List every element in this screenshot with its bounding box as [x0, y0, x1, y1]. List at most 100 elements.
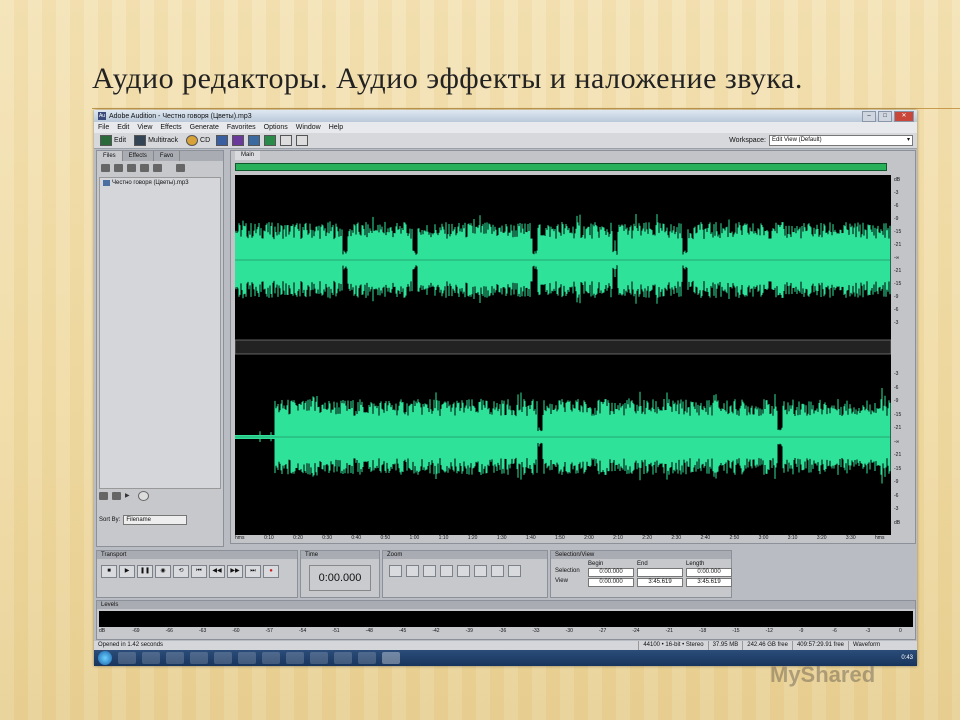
db-tick-label: -3: [894, 190, 899, 196]
selection-begin-field[interactable]: 0:00.000: [588, 568, 634, 577]
play-button[interactable]: ▶: [119, 565, 135, 578]
maximize-button[interactable]: □: [878, 111, 892, 122]
stop-button[interactable]: ■: [101, 565, 117, 578]
db-tick-label: -15: [894, 411, 902, 418]
record-button[interactable]: ●: [263, 565, 279, 578]
sort-label: Sort By:: [99, 517, 121, 523]
toolbar-icon-1[interactable]: [216, 135, 229, 146]
selection-length-field[interactable]: 0:00.000: [686, 568, 732, 577]
sort-select[interactable]: Filename: [123, 515, 188, 525]
timeline-tick-label: hms: [875, 535, 885, 541]
taskbar-acrobat-icon[interactable]: [334, 652, 352, 664]
time-display: 0:00.000: [309, 565, 371, 591]
toolbar-icon-4[interactable]: [264, 135, 277, 146]
taskbar-paint-icon[interactable]: [358, 652, 376, 664]
taskbar-powerpoint-icon[interactable]: [310, 652, 328, 664]
edit-icon: [100, 135, 112, 146]
menu-favorites[interactable]: Favorites: [227, 124, 256, 131]
play-arrow-icon[interactable]: ▶: [125, 492, 134, 500]
tab-files[interactable]: Files: [97, 151, 123, 161]
levels-panel: Levels dB -69 -66 -63 -60 -57 -54 -51 -48 -45 -42-…: [96, 600, 916, 640]
toolbar-icon-2[interactable]: [232, 135, 245, 146]
volume-knob-icon[interactable]: [138, 491, 149, 501]
taskbar-media-icon[interactable]: [142, 652, 160, 664]
taskbar-skype-icon[interactable]: [286, 652, 304, 664]
level-tick-label: -42: [432, 628, 440, 634]
overview-bar[interactable]: [235, 163, 887, 171]
cursor-tool-icon[interactable]: [280, 135, 293, 146]
toolbar-icon-3[interactable]: [248, 135, 261, 146]
workspace-select[interactable]: Edit View (Default): [769, 135, 913, 146]
taskbar-audition-icon[interactable]: [382, 652, 400, 664]
timeline-tick-label: 1:00: [409, 535, 420, 541]
zoom-in-horizontal-icon[interactable]: [389, 565, 402, 577]
tab-levels[interactable]: Levels: [97, 601, 915, 609]
close-file-icon[interactable]: [114, 164, 123, 172]
loop-button[interactable]: ⟲: [173, 565, 189, 578]
autoplay-icon[interactable]: [176, 164, 185, 172]
db-tick-label: -9: [894, 398, 899, 404]
menu-help[interactable]: Help: [329, 124, 343, 131]
selection-end-field[interactable]: [637, 568, 683, 577]
clock[interactable]: 0:43: [901, 655, 913, 661]
tab-effects[interactable]: Effects: [123, 151, 154, 161]
zoom-in-vertical-icon[interactable]: [491, 565, 504, 577]
taskbar-filezilla-icon[interactable]: [238, 652, 256, 664]
timeline-tick-label: 2:50: [729, 535, 740, 541]
loop-icon[interactable]: [112, 492, 121, 500]
zoom-selection-icon[interactable]: [474, 565, 487, 577]
multitrack-view-button[interactable]: Multitrack: [132, 135, 180, 146]
view-end-field[interactable]: 3:45.619: [637, 578, 683, 587]
timeline-tick-label: 2:00: [584, 535, 594, 541]
view-length-field[interactable]: 3:45.619: [686, 578, 732, 587]
speaker-tool-icon[interactable]: [296, 135, 309, 146]
zoom-out-horizontal-icon[interactable]: [406, 565, 419, 577]
play-view-button[interactable]: ◉: [155, 565, 171, 578]
tab-favorites[interactable]: Favo: [154, 151, 181, 161]
tab-transport[interactable]: Transport: [97, 551, 297, 559]
play-file-icon[interactable]: [153, 164, 162, 172]
minimize-button[interactable]: –: [862, 111, 876, 122]
go-start-button[interactable]: ⏮: [191, 565, 207, 578]
waveform-display[interactable]: [235, 175, 891, 535]
taskbar-app-icon-1[interactable]: [166, 652, 184, 664]
show-options-icon[interactable]: [99, 492, 108, 500]
tab-main[interactable]: Main: [235, 151, 261, 160]
list-item[interactable]: Честно говоря (Цветы).mp3: [100, 178, 220, 188]
insert-icon[interactable]: [127, 164, 136, 172]
menu-view[interactable]: View: [137, 124, 152, 131]
go-end-button[interactable]: ⏭: [245, 565, 261, 578]
zoom-full-icon[interactable]: [423, 565, 436, 577]
db-tick-label: -3: [894, 506, 899, 512]
start-button[interactable]: [98, 651, 112, 665]
open-file-icon[interactable]: [101, 164, 110, 172]
taskbar-app-icon-2[interactable]: [214, 652, 232, 664]
edit-file-icon[interactable]: [140, 164, 149, 172]
close-button[interactable]: ✕: [894, 111, 914, 122]
menu-effects[interactable]: Effects: [160, 124, 181, 131]
timeline-tick-label: 1:40: [525, 535, 536, 541]
menu-edit[interactable]: Edit: [117, 124, 129, 131]
tab-time[interactable]: Time: [301, 551, 379, 559]
menu-generate[interactable]: Generate: [190, 124, 219, 131]
rewind-button[interactable]: ◀◀: [209, 565, 225, 578]
zoom-left-icon[interactable]: [440, 565, 453, 577]
tab-zoom[interactable]: Zoom: [383, 551, 547, 559]
view-begin-field[interactable]: 0:00.000: [588, 578, 634, 587]
level-tick-label: -12: [765, 628, 773, 634]
taskbar-explorer-icon[interactable]: [118, 652, 136, 664]
zoom-right-icon[interactable]: [457, 565, 470, 577]
menu-window[interactable]: Window: [296, 124, 321, 131]
forward-button[interactable]: ▶▶: [227, 565, 243, 578]
taskbar-app-icon-3[interactable]: [262, 652, 280, 664]
zoom-out-vertical-icon[interactable]: [508, 565, 521, 577]
tab-selection-view[interactable]: Selection/View: [551, 551, 731, 559]
cd-view-button[interactable]: CD: [184, 135, 212, 146]
edit-view-button[interactable]: Edit: [98, 135, 128, 146]
menu-file[interactable]: File: [98, 124, 109, 131]
taskbar-browser-icon[interactable]: [190, 652, 208, 664]
level-tick-label: dB: [99, 628, 106, 634]
level-tick-label: -21: [665, 628, 673, 634]
menu-options[interactable]: Options: [264, 124, 288, 131]
pause-button[interactable]: ❚❚: [137, 565, 153, 578]
